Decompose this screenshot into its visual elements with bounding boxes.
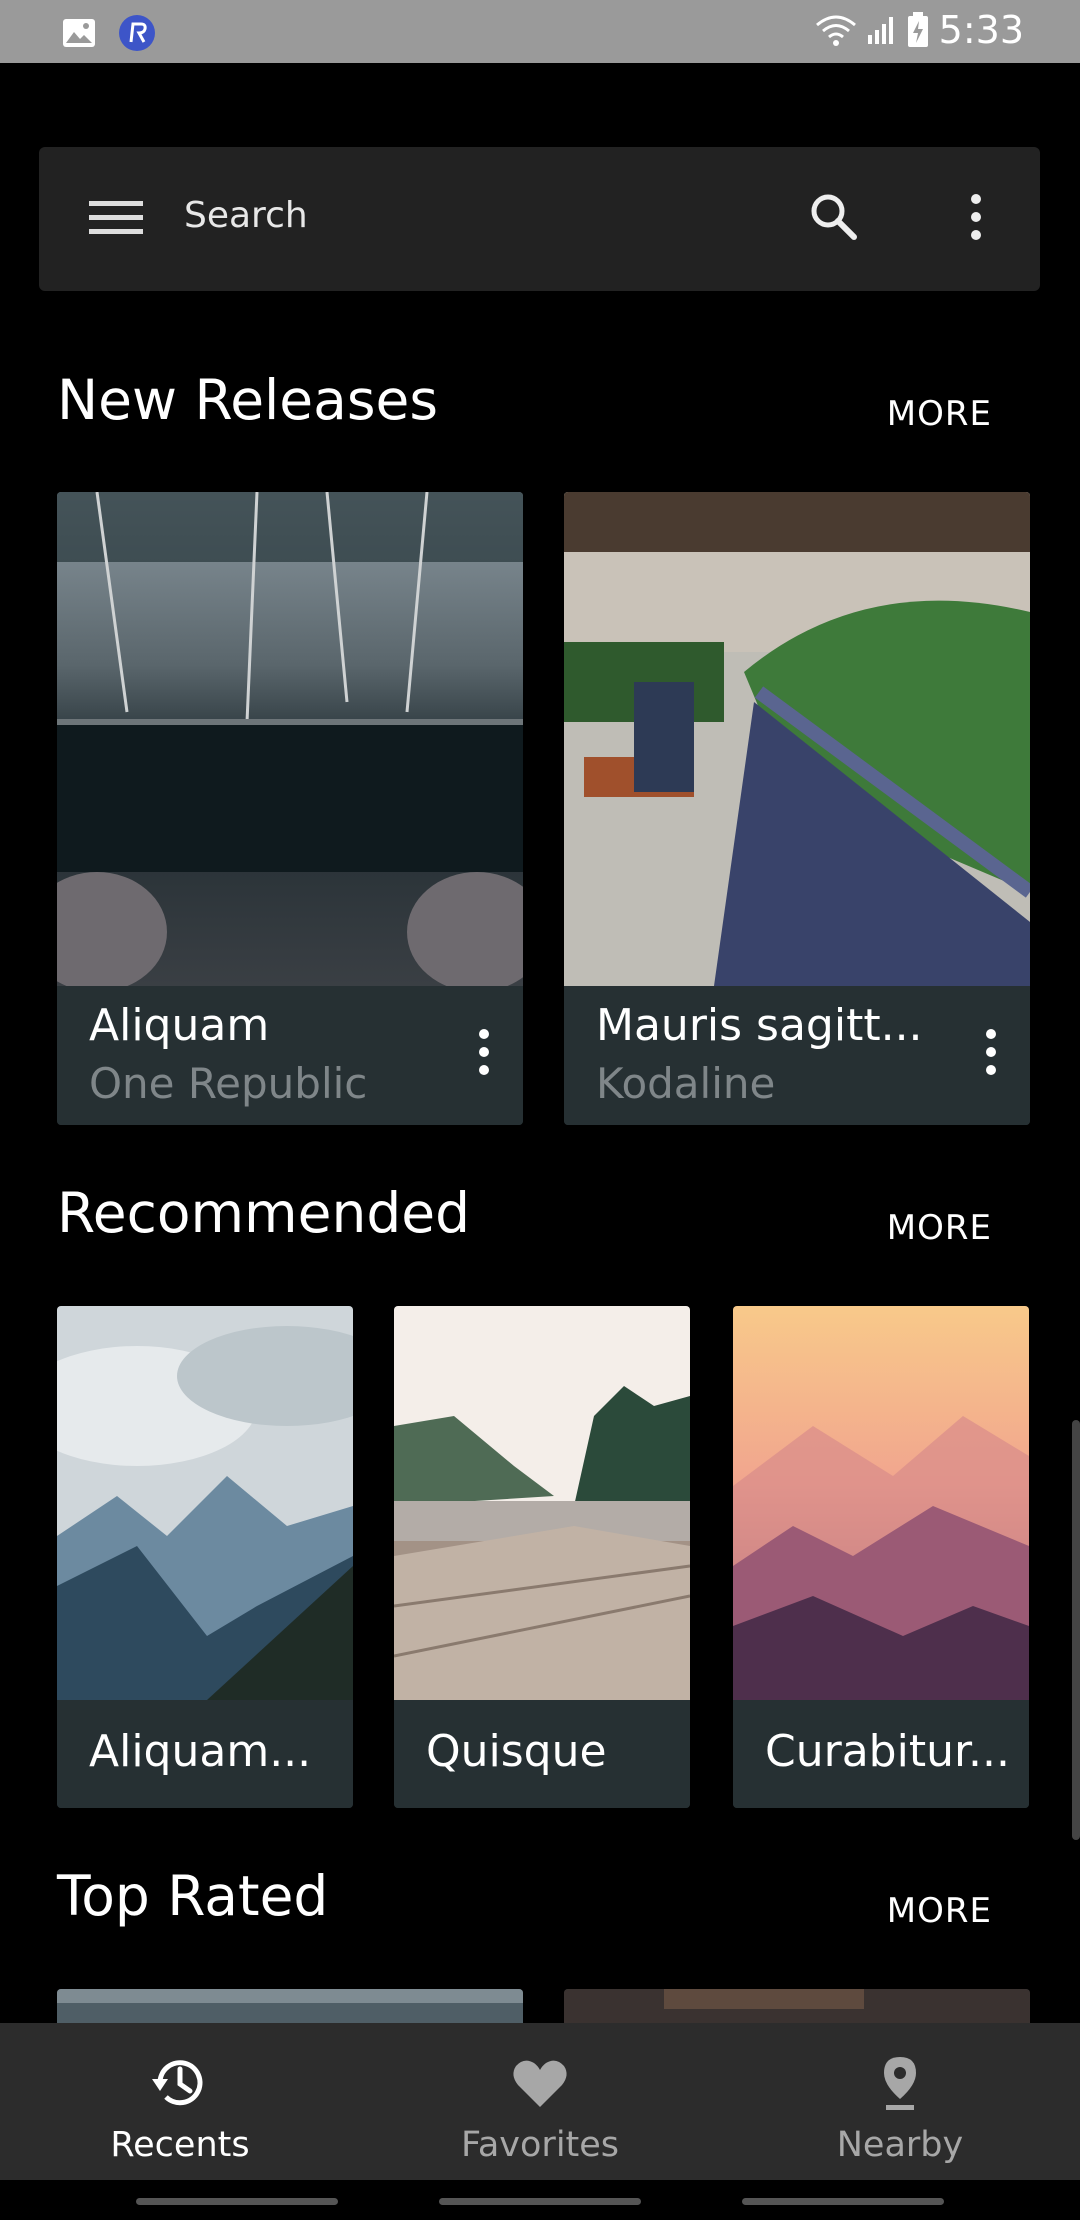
image-notification-icon [63,19,95,47]
scrollbar[interactable] [1072,1420,1080,1840]
history-icon [152,2060,203,2106]
card-overflow-menu-icon[interactable] [982,1028,1000,1076]
card-title: Quisque [426,1726,607,1777]
heart-icon [513,2060,567,2107]
recommended-more-button[interactable]: MORE [887,1208,992,1248]
recommended-card-2[interactable]: Quisque [394,1306,690,1808]
section-title-new-releases: New Releases [57,368,438,432]
card-title: Curabitur... [765,1726,1010,1777]
battery-charging-icon [907,12,928,47]
gesture-bar [0,2180,1080,2220]
nav-label: Recents [110,2125,250,2165]
card-info: Quisque [394,1700,690,1808]
nav-label: Favorites [460,2125,620,2165]
gesture-pill [136,2198,338,2205]
card-info: Mauris sagitt... Kodaline [564,986,1030,1125]
album-art-image [57,1306,353,1700]
search-bar[interactable]: Search [39,147,1040,291]
clock: 5:33 [938,8,1024,52]
wifi-icon [815,15,856,46]
nav-item-nearby[interactable]: Nearby [720,2023,1080,2180]
hamburger-menu-icon[interactable] [89,199,143,237]
nav-item-favorites[interactable]: Favorites [360,2023,720,2180]
album-art-image [394,1306,690,1700]
new-release-card-1[interactable]: Aliquam One Republic [57,492,523,1125]
app-notification-icon [119,15,155,51]
album-art-image [57,492,523,986]
section-title-recommended: Recommended [57,1181,470,1245]
gesture-pill [439,2198,641,2205]
card-title: Aliquam... [89,1726,312,1777]
top-rated-more-button[interactable]: MORE [887,1891,992,1931]
nav-label: Nearby [836,2125,964,2165]
status-bar: 5:33 [0,0,1080,63]
recommended-card-3[interactable]: Curabitur... [733,1306,1029,1808]
search-input[interactable]: Search [184,195,308,236]
card-info: Aliquam... [57,1700,353,1808]
card-info: Curabitur... [733,1700,1029,1808]
card-overflow-menu-icon[interactable] [475,1028,493,1076]
location-pin-icon [884,2057,916,2110]
card-subtitle: One Republic [89,1059,368,1108]
card-info: Aliquam One Republic [57,986,523,1125]
card-title: Aliquam [89,1000,270,1051]
card-title: Mauris sagitt... [596,1000,923,1051]
new-release-card-2[interactable]: Mauris sagitt... Kodaline [564,492,1030,1125]
gesture-pill [742,2198,944,2205]
album-art-image [733,1306,1029,1700]
recommended-card-1[interactable]: Aliquam... [57,1306,353,1808]
overflow-menu-icon[interactable] [964,192,988,242]
search-icon[interactable] [809,192,859,242]
signal-icon [867,17,893,44]
new-releases-more-button[interactable]: MORE [887,394,992,434]
card-subtitle: Kodaline [596,1059,776,1108]
section-title-top-rated: Top Rated [57,1864,329,1928]
nav-item-recents[interactable]: Recents [0,2023,360,2180]
bottom-navigation: Recents Favorites Nearby [0,2023,1080,2180]
album-art-image [564,492,1030,986]
